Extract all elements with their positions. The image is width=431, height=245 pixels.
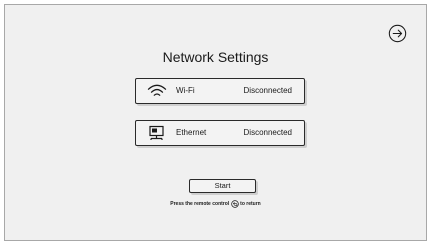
ethernet-icon <box>149 125 164 140</box>
network-settings-screen: Network Settings Wi-Fi Disconnected Ethe… <box>4 4 427 241</box>
wifi-row[interactable]: Wi-Fi Disconnected <box>135 78 305 104</box>
hint-text-after: to return <box>240 201 261 207</box>
wifi-icon <box>147 84 167 96</box>
ethernet-row[interactable]: Ethernet Disconnected <box>135 120 305 146</box>
arrow-right-circle-icon[interactable] <box>388 24 407 43</box>
start-button[interactable]: Start <box>189 179 256 193</box>
ethernet-status: Disconnected <box>243 128 292 137</box>
page-title: Network Settings <box>162 49 269 65</box>
ethernet-label: Ethernet <box>176 128 207 137</box>
wifi-label: Wi-Fi <box>176 86 195 95</box>
hint-text-before: Press the remote control <box>170 201 230 207</box>
return-hint: Press the remote control to return <box>5 200 426 208</box>
remote-back-icon <box>230 200 239 208</box>
wifi-status: Disconnected <box>243 86 292 95</box>
